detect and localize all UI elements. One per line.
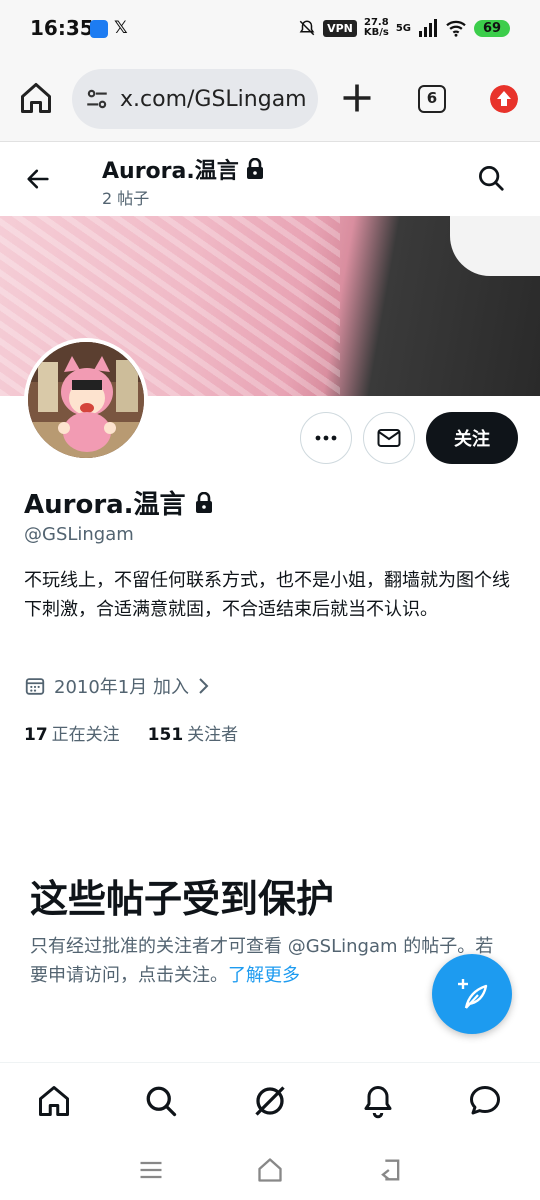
chevron-right-icon bbox=[199, 678, 209, 694]
address-bar[interactable]: x.com/GSLingam bbox=[72, 69, 318, 129]
notification-app-icon bbox=[90, 20, 108, 38]
status-indicators: VPN 27.8 KB/s 5G 69 bbox=[298, 17, 510, 39]
following-link[interactable]: 17 正在关注 bbox=[24, 720, 120, 745]
search-icon[interactable] bbox=[476, 163, 506, 193]
follow-button[interactable]: 关注 bbox=[426, 412, 518, 464]
status-time: 16:35 bbox=[30, 16, 94, 40]
grok-icon[interactable] bbox=[252, 1083, 288, 1119]
profile-header-bar: Aurora.温言 2 帖子 bbox=[0, 143, 540, 216]
profile-name-row: Aurora.温言 bbox=[24, 484, 214, 521]
follow-stats: 17 正在关注 151 关注者 bbox=[24, 720, 238, 745]
bottom-navigation bbox=[0, 1062, 540, 1140]
post-count: 2 帖子 bbox=[102, 189, 150, 208]
update-icon[interactable] bbox=[490, 85, 518, 113]
calendar-icon bbox=[25, 678, 45, 695]
joined-date[interactable]: 2010年1月 加入 bbox=[24, 673, 209, 699]
browser-toolbar: x.com/GSLingam 6 bbox=[0, 56, 540, 142]
banner-detail bbox=[450, 216, 540, 276]
system-navigation bbox=[0, 1140, 540, 1200]
home-icon[interactable] bbox=[36, 1083, 72, 1119]
avatar[interactable] bbox=[24, 338, 148, 462]
mute-icon bbox=[299, 20, 315, 36]
vpn-badge: VPN bbox=[323, 19, 357, 37]
followers-link[interactable]: 151 关注者 bbox=[148, 720, 239, 745]
messages-icon[interactable] bbox=[467, 1083, 503, 1119]
message-button[interactable] bbox=[363, 412, 415, 464]
url-text[interactable]: x.com/GSLingam bbox=[120, 87, 307, 112]
back-arrow-icon[interactable] bbox=[24, 165, 52, 193]
protected-lock-icon bbox=[195, 491, 212, 513]
compose-feather-icon bbox=[458, 979, 488, 1009]
compose-post-button[interactable] bbox=[432, 954, 512, 1034]
followers-label: 关注者 bbox=[187, 725, 239, 745]
wifi-icon bbox=[446, 20, 466, 37]
net-speed-unit: KB/s bbox=[363, 27, 389, 38]
learn-more-link[interactable]: 了解更多 bbox=[228, 965, 300, 986]
site-settings-icon[interactable] bbox=[84, 86, 110, 112]
search-icon[interactable] bbox=[143, 1083, 179, 1119]
following-count: 17 bbox=[24, 725, 48, 745]
menu-icon[interactable] bbox=[137, 1156, 165, 1184]
avatar-image bbox=[28, 342, 144, 458]
more-icon bbox=[315, 435, 337, 441]
battery-indicator: 69 bbox=[474, 19, 510, 37]
system-home-icon[interactable] bbox=[256, 1156, 284, 1184]
browser-home-icon[interactable] bbox=[18, 80, 54, 116]
profile-bio: 不玩线上，不留任何联系方式，也不是小姐，翻墙就为图个线下刺激，合适满意就固，不合… bbox=[24, 570, 510, 620]
joined-text: 2010年1月 加入 bbox=[54, 677, 189, 698]
profile-name: Aurora.温言 bbox=[24, 490, 186, 520]
signal-icon bbox=[419, 19, 437, 37]
net-speed: 27.8 KB/s bbox=[364, 18, 389, 38]
x-app-icon: 𝕏 bbox=[114, 18, 128, 38]
tab-switcher-button[interactable]: 6 bbox=[418, 85, 446, 113]
followers-count: 151 bbox=[147, 725, 184, 745]
header-name: Aurora.温言 bbox=[102, 159, 239, 184]
header-title: Aurora.温言 bbox=[102, 153, 265, 185]
lock-icon bbox=[246, 158, 263, 179]
new-tab-icon[interactable] bbox=[339, 80, 375, 116]
network-type: 5G bbox=[395, 22, 411, 34]
back-icon[interactable] bbox=[376, 1156, 404, 1184]
mail-icon bbox=[377, 429, 401, 447]
status-bar: 16:35 𝕏 VPN 27.8 KB/s 5G 69 bbox=[0, 0, 540, 56]
more-options-button[interactable] bbox=[300, 412, 352, 464]
following-label: 正在关注 bbox=[51, 725, 120, 745]
profile-handle: @GSLingam bbox=[24, 524, 134, 545]
notifications-icon[interactable] bbox=[360, 1083, 396, 1119]
protected-title: 这些帖子受到保护 bbox=[30, 877, 335, 921]
